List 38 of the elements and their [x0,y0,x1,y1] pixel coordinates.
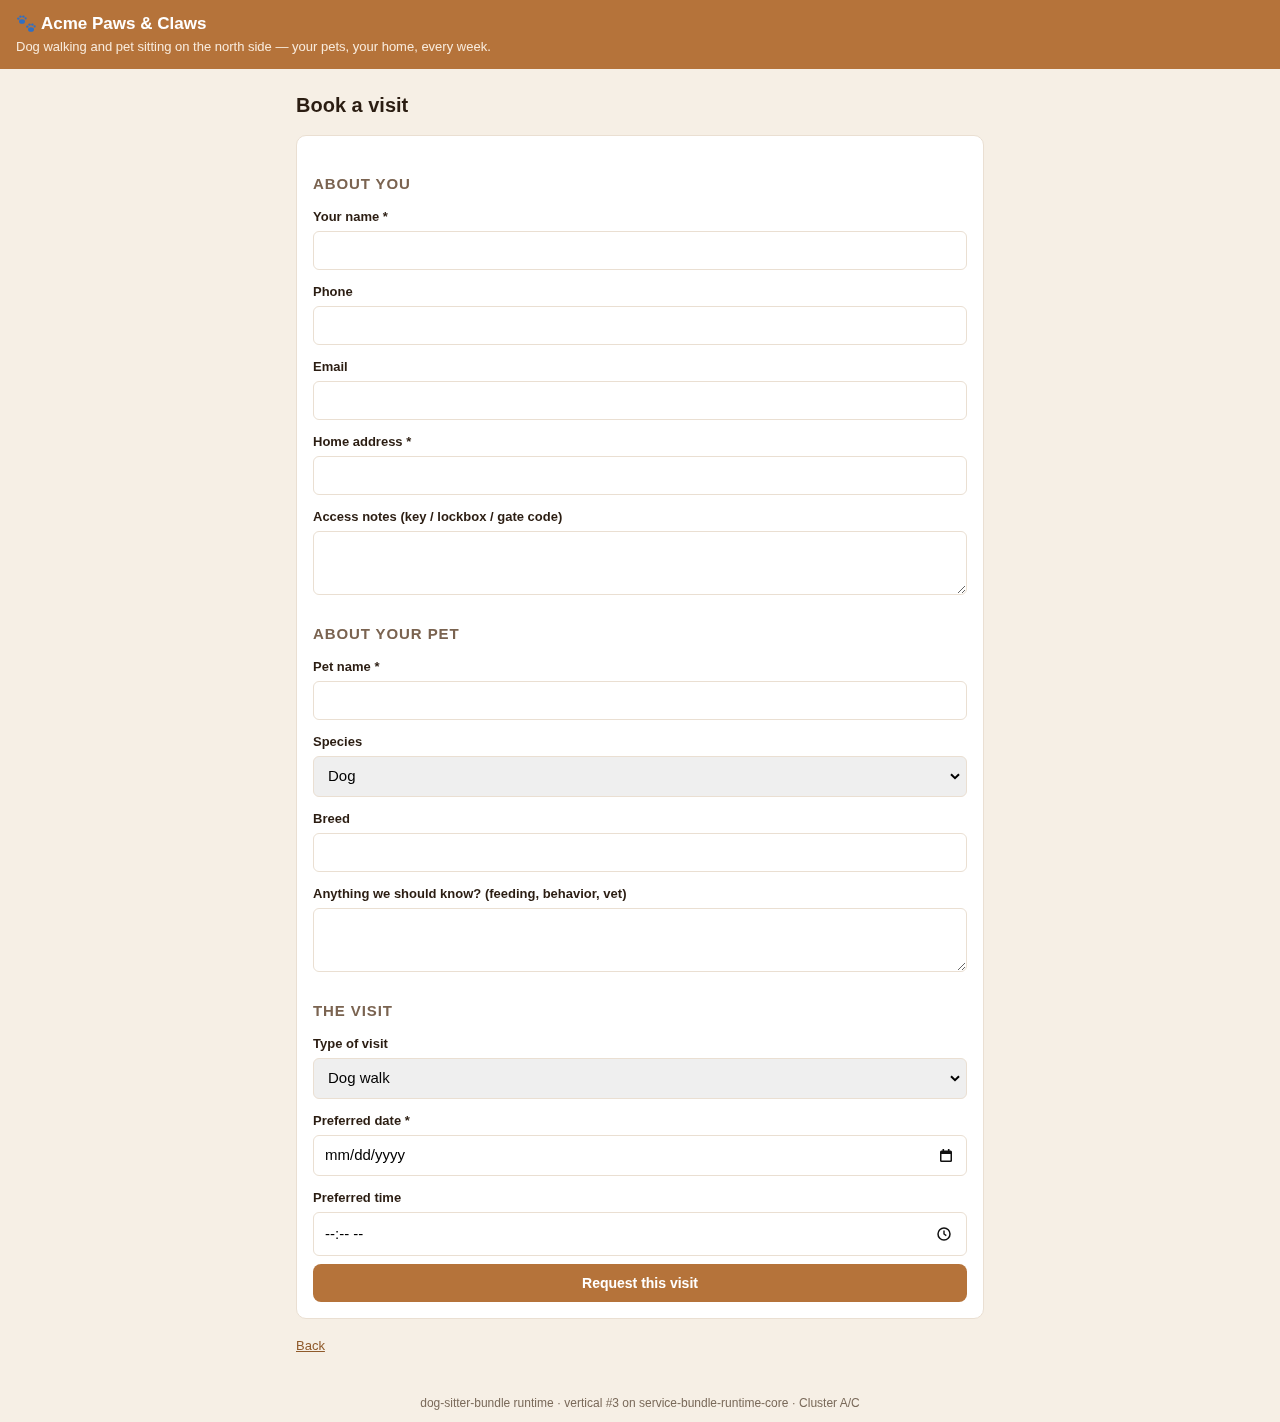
field-label: Home address * [313,434,413,450]
text-input[interactable] [313,456,967,495]
field-label: Your name * [313,209,389,225]
back-link[interactable]: Back [296,1338,325,1353]
page-title: Book a visit [296,93,410,117]
field-label: Access notes (key / lockbox / gate code) [313,509,564,525]
field-label: Email [313,359,349,375]
text-area[interactable] [313,531,967,595]
section-heading: ABOUT YOU [313,174,412,194]
field-label: Preferred time [313,1190,403,1206]
field-label: Phone [313,284,354,300]
field-label: Breed [313,811,351,827]
text-input[interactable] [313,306,967,345]
submit-button[interactable]: Request this visit [313,1264,967,1302]
text-input[interactable] [313,833,967,872]
field-label: Preferred date * [313,1113,411,1129]
site-title: Acme Paws & Claws [41,13,207,35]
footer-text: dog-sitter-bundle runtime · vertical #3 on service-bundle-runtime-core · Cluster A/C [419,1395,861,1412]
select-dropdown[interactable]: Dog [313,756,967,797]
paw-prints-icon [16,14,37,34]
date-input[interactable]: mm/dd/yyyy [313,1135,967,1176]
section-heading: THE VISIT [313,1001,394,1021]
section-heading: ABOUT YOUR PET [313,624,461,644]
time-input[interactable]: --:-- -- [313,1212,967,1256]
field-label: Type of visit [313,1036,389,1052]
field-label: Species [313,734,364,750]
text-input[interactable] [313,381,967,420]
field-label: Pet name * [313,659,381,675]
text-input[interactable] [313,231,967,270]
site-tagline: Dog walking and pet sitting on the north side — your pets, your home, every week. [16,38,492,56]
chevron-down-icon [950,773,960,780]
select-dropdown[interactable]: Dog walk [313,1058,967,1099]
text-area[interactable] [313,908,967,972]
chevron-down-icon [950,1075,960,1082]
field-label: Anything we should know? (feeding, behavior, vet) [313,886,628,902]
calendar-icon[interactable] [940,1149,952,1162]
text-input[interactable] [313,681,967,720]
clock-icon[interactable] [937,1227,951,1241]
